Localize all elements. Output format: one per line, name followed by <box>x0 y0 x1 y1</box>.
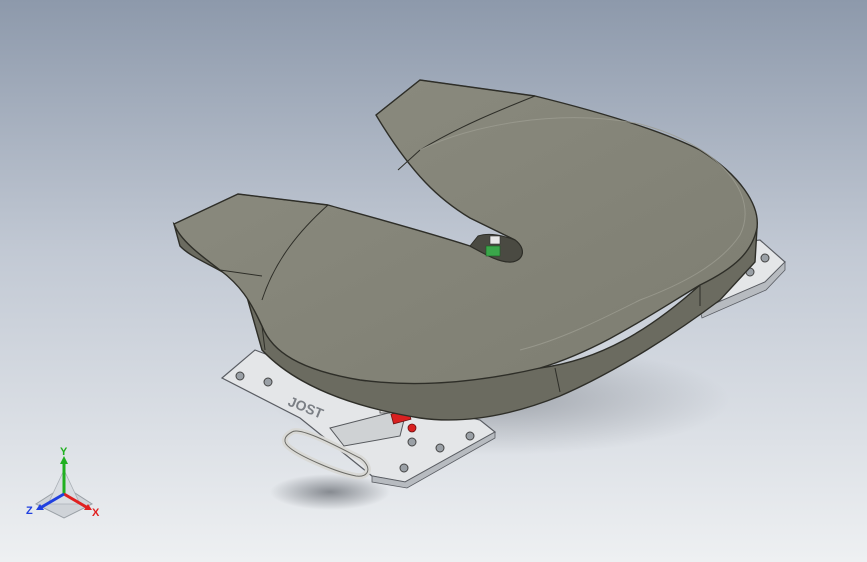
graphics-viewport[interactable]: JOST Y Z X <box>0 0 867 562</box>
slot-insert-white <box>489 235 501 245</box>
y-axis-label: Y <box>60 446 68 458</box>
bolt-hole <box>235 371 245 381</box>
bolt-hole <box>465 431 475 441</box>
view-orientation-triad-icon[interactable]: Y Z X <box>24 446 104 522</box>
bolt-hole <box>263 377 273 387</box>
slot-insert-green <box>485 245 501 257</box>
model-scene[interactable]: JOST <box>0 0 867 562</box>
bolt-hole <box>435 443 445 453</box>
z-axis-label: Z <box>26 505 33 517</box>
bolt-hole <box>399 463 409 473</box>
bolt-hole <box>407 437 417 447</box>
lock-indicator-knob <box>407 423 417 433</box>
bolt-hole <box>760 253 770 263</box>
x-axis-label: X <box>92 507 100 519</box>
